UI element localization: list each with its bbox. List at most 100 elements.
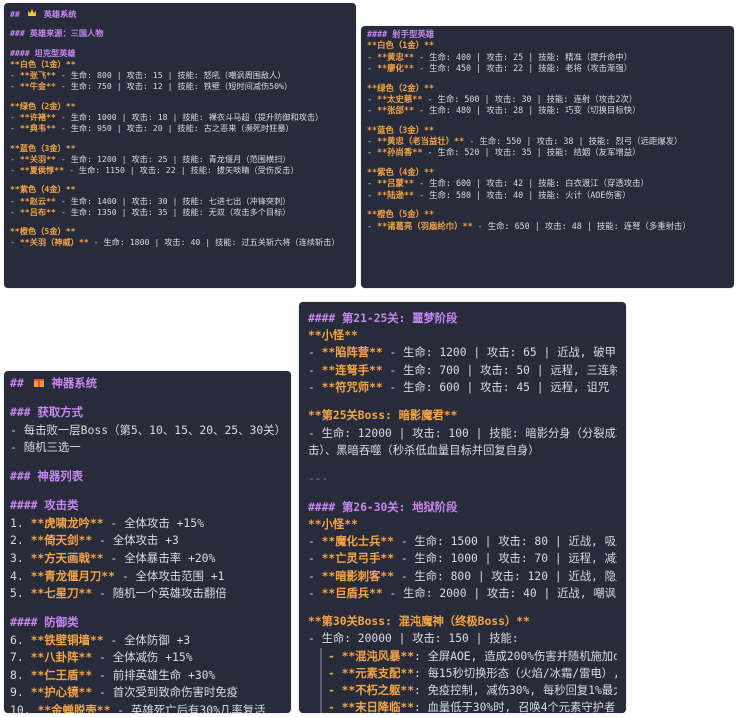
section-heading: ### 神器列表 xyxy=(10,469,83,484)
item-detail: - 生命: 800 | 攻击: 120 | 近战, 隐身 xyxy=(394,569,617,583)
item-detail: - 生命: 400 | 攻击: 25 | 技能: 精准（提升命中） xyxy=(414,51,633,62)
list-item: 9. **护心镜** - 首次受到致命伤害时免疫 xyxy=(10,684,285,702)
item-name: **倚天剑** xyxy=(30,533,93,548)
item-name: **陆逊** xyxy=(377,189,415,200)
list-item: - **夏侯惇** - 生命: 1150 | 攻击: 22 | 技能: 拔矢啖睛… xyxy=(10,164,299,175)
section-heading: #### 坦克型英雄 xyxy=(10,47,76,58)
skill-name: - **末日降临** xyxy=(328,701,414,713)
item-detail: - 生命: 580 | 攻击: 40 | 技能: 火计（AOE伤害） xyxy=(414,189,631,200)
tier-heading: **绿色（2金）** xyxy=(367,82,435,93)
item-detail: - 生命: 600 | 攻击: 45 | 远程, 诅咒（降 xyxy=(382,380,617,394)
stage-system-panel: #### 第21-25关: 噩梦阶段 **小怪** - **陷阵营** - 生命: … xyxy=(299,302,626,713)
item-detail: - 生命: 650 | 攻击: 48 | 技能: 连弩（多重射击） xyxy=(472,220,691,231)
list-item: 10. **金蝉脱壳** - 英雄死亡后有30%几率复活 xyxy=(10,702,285,713)
hero-system-panel: ## 英雄系统 ### 英雄来源：三国人物 #### 坦克型英雄 **白色（1金）*… xyxy=(4,3,356,288)
item-name: **方天画戟** xyxy=(30,550,104,565)
item-detail: - 生命: 800 | 攻击: 15 | 技能: 怒吼（嘲讽周围敌人） xyxy=(55,70,286,81)
item-detail: - 首次受到致命伤害时免疫 xyxy=(92,685,239,700)
list-number: 4. xyxy=(10,568,24,583)
item-detail: - 生命: 1200 | 攻击: 25 | 技能: 青龙偃月（范围横扫） xyxy=(55,153,291,164)
list-item: 8. **仁王盾** - 前排英雄生命 +30% xyxy=(10,667,285,685)
artifact-system-body: ### 获取方式 - 每击败一层Boss（第5、10、15、20、25、30关） -… xyxy=(10,393,285,713)
list-item: - **孙尚香** - 生命: 520 | 攻击: 35 | 技能: 结姻（友军… xyxy=(367,147,641,158)
list-item: 6. **铁壁铜墙** - 全体防御 +3 xyxy=(10,632,285,650)
list-item: - **关羽** - 生命: 1200 | 攻击: 25 | 技能: 青龙偃月（… xyxy=(10,153,291,164)
skill-name: - **不朽之躯** xyxy=(328,684,414,698)
list-item: - **吕蒙** - 生命: 600 | 攻击: 42 | 技能: 白衣渡江（穿… xyxy=(367,178,649,189)
section-heading: #### 第26-30关: 地狱阶段 xyxy=(308,500,458,514)
artifact-system-panel: ## 神器系统 ### 获取方式 - 每击败一层Boss（第5、10、15、20、… xyxy=(4,371,291,713)
item-detail: - 生命: 1000 | 攻击: 18 | 技能: 裸衣斗马超（提升防御和攻击） xyxy=(55,111,324,122)
item-detail: - 随机一个英雄攻击翻倍 xyxy=(92,586,227,601)
skill-detail: : 血量低于30%时, 召唤4个元素守护者, xyxy=(414,701,617,713)
item-name: **铁壁铜墙** xyxy=(30,632,104,647)
item-name: **连弩手** xyxy=(321,363,383,377)
item-name: **七星刀** xyxy=(30,586,93,601)
item-name: **亡灵弓手** xyxy=(321,552,395,566)
item-detail: - 全体防御 +3 xyxy=(103,632,191,647)
list-item: 7. **八卦阵** - 全体减伤 +15% xyxy=(10,649,285,667)
tier-heading: **白色（1金）** xyxy=(10,58,76,69)
item-name: **关羽** xyxy=(19,153,56,164)
tier-heading: **蓝色（3金）** xyxy=(367,124,435,135)
item-name: **巨盾兵** xyxy=(321,586,383,600)
list-item: - **符咒师** - 生命: 600 | 攻击: 45 | 远程, 诅咒（降 xyxy=(308,379,617,396)
item-name: **牛金** xyxy=(19,81,56,92)
list-item: - **牛金** - 生命: 750 | 攻击: 12 | 技能: 铁壁（短时间… xyxy=(10,81,293,92)
item-name: **夏侯惇** xyxy=(19,164,65,175)
item-detail: - 前排英雄生命 +30% xyxy=(92,667,216,682)
item-detail: - 生命: 1350 | 攻击: 35 | 技能: 无双（攻击多个目标） xyxy=(55,206,291,217)
list-item: - **巨盾兵** - 生命: 2000 | 攻击: 40 | 近战, 嘲讽 xyxy=(308,586,616,600)
tier-heading: **小怪** xyxy=(308,517,358,531)
item-name: **符咒师** xyxy=(321,380,383,394)
list-number: 10. xyxy=(10,703,31,713)
list-number: 2. xyxy=(10,533,24,548)
list-number: 9. xyxy=(10,685,24,700)
tier-heading: **小怪** xyxy=(308,329,358,343)
gift-icon xyxy=(33,376,44,387)
item-detail: - 全体暴击率 +20% xyxy=(103,550,216,565)
list-item: - **张郃** - 生命: 480 | 攻击: 28 | 技能: 巧变（切换目… xyxy=(367,105,641,116)
skill-quote-line: - **末日降临**: 血量低于30%时, 召唤4个元素守护者, xyxy=(320,699,617,713)
text-line: - 每击败一层Boss（第5、10、15、20、25、30关） xyxy=(10,422,285,437)
item-name: **吕蒙** xyxy=(377,178,415,189)
item-detail: - 英雄死亡后有30%几率复活 xyxy=(110,703,266,713)
item-detail: - 全体攻击 +3 xyxy=(92,533,179,548)
text-line: - 生命: 20000 | 攻击: 150 | 技能: xyxy=(308,632,519,646)
text-line: - 生命: 12000 | 攻击: 100 | 技能: 暗影分身（分裂成3 xyxy=(308,426,617,440)
tier-heading: **绿色（2金）** xyxy=(10,100,76,111)
section-heading: #### 射手型英雄 xyxy=(367,29,435,39)
item-name: **暗影刺客** xyxy=(321,569,395,583)
skill-quote-line: - **元素支配**: 每15秒切换形态（火焰/冰霜/雷电）, xyxy=(320,664,617,683)
item-name: **魔化士兵** xyxy=(321,535,395,549)
hero-system-title-text: 英雄系统 xyxy=(43,9,77,19)
item-detail: - 全体攻击范围 +1 xyxy=(114,568,225,583)
artifact-system-title: ## 神器系统 xyxy=(10,376,98,390)
list-number: 5. xyxy=(10,586,24,601)
item-name: **孙尚香** xyxy=(377,147,423,158)
item-name: **廖化** xyxy=(377,62,415,73)
item-detail: - 生命: 500 | 攻击: 30 | 技能: 连射（攻击2次） xyxy=(422,93,638,104)
stage-system-body: #### 第21-25关: 噩梦阶段 **小怪** - **陷阵营** - 生命: … xyxy=(308,310,617,713)
item-detail: - 生命: 480 | 攻击: 28 | 技能: 巧变（切换目标快） xyxy=(414,105,641,116)
section-heading: #### 防御类 xyxy=(10,615,79,630)
item-name: **张飞** xyxy=(19,70,56,81)
list-item: 3. **方天画戟** - 全体暴击率 +20% xyxy=(10,550,285,568)
item-detail: - 生命: 750 | 攻击: 12 | 技能: 铁壁（短时间减伤50%） xyxy=(55,81,293,92)
tier-heading: **第30关Boss: 混沌魔神（终极Boss）** xyxy=(308,615,530,629)
list-number: 3. xyxy=(10,550,24,565)
item-detail: - 生命: 1000 | 攻击: 70 | 远程, 减速 xyxy=(394,552,617,566)
list-item: - **赵云** - 生命: 1400 | 攻击: 30 | 技能: 七进七出（… xyxy=(10,195,291,206)
item-name: **八卦阵** xyxy=(30,650,93,665)
item-name: **黄忠** xyxy=(377,51,415,62)
